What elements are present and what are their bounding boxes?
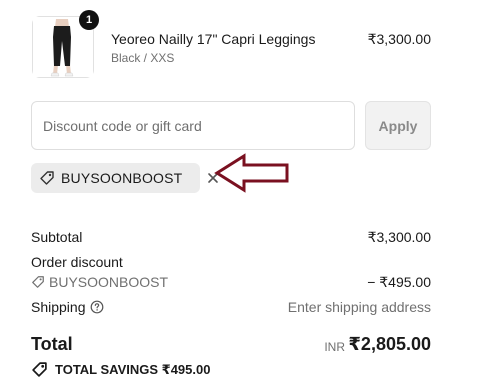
total-savings-label: TOTAL SAVINGS ₹495.00 <box>55 362 211 377</box>
apply-button[interactable]: Apply <box>365 101 431 150</box>
discount-code-label: BUYSOONBOOST <box>49 274 169 290</box>
shipping-label: Shipping <box>31 299 86 315</box>
product-variant: Black / XXS <box>111 51 175 65</box>
discount-code-input[interactable] <box>31 101 355 150</box>
applied-discount-chip: BUYSOONBOOST <box>31 163 218 193</box>
help-circle-icon <box>90 300 104 314</box>
subtotal-value: ₹3,300.00 <box>367 229 431 245</box>
left-arrow-annotation-icon <box>214 153 289 193</box>
applied-discount-code: BUYSOONBOOST <box>61 170 183 186</box>
total-label: Total <box>31 334 73 354</box>
product-name: Yeoreo Nailly 17" Capri Leggings <box>111 31 316 47</box>
product-price: ₹3,300.00 <box>367 31 431 47</box>
subtotal-label: Subtotal <box>31 229 83 245</box>
tag-icon <box>39 170 55 191</box>
total-value: ₹2,805.00 <box>348 334 431 354</box>
total-currency: INR <box>324 340 345 354</box>
shipping-value: Enter shipping address <box>287 299 431 315</box>
shipping-help-button[interactable] <box>90 300 104 319</box>
order-summary-panel: 1 Yeoreo Nailly 17" Capri Leggings Black… <box>0 0 478 386</box>
tag-icon <box>31 275 45 294</box>
order-discount-label: Order discount <box>31 254 123 270</box>
savings-tag-icon <box>31 361 48 383</box>
quantity-badge: 1 <box>79 10 99 30</box>
discount-value: − ₹495.00 <box>367 274 431 290</box>
